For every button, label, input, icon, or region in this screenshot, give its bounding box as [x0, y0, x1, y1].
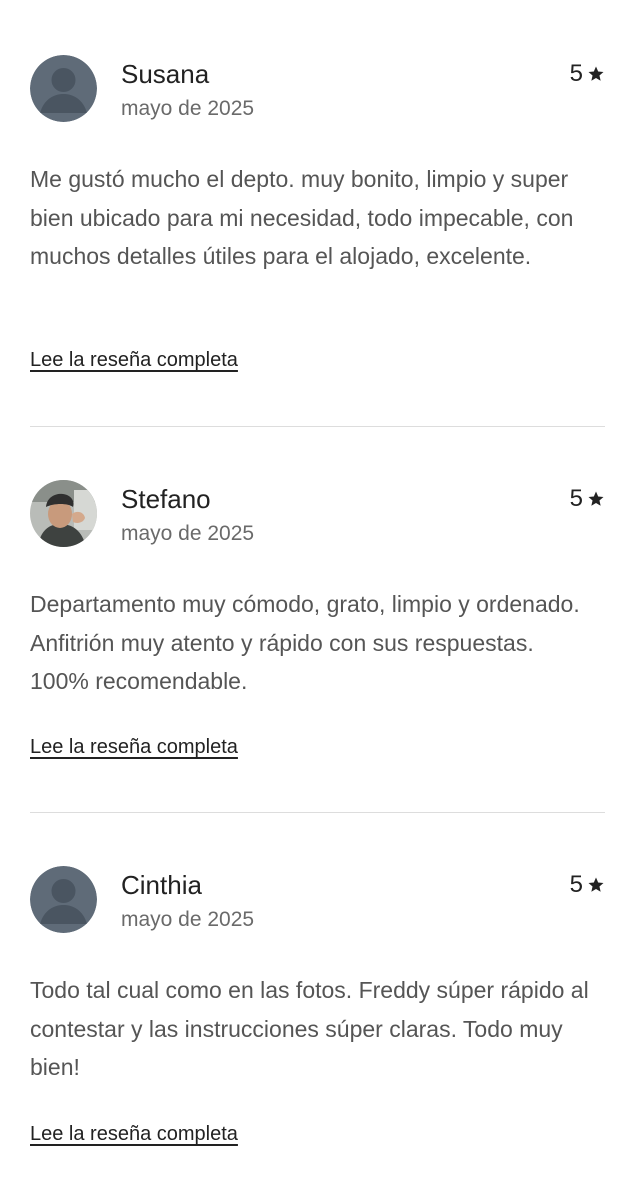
review-rating: 5: [570, 483, 605, 515]
read-full-review-link[interactable]: Lee la reseña completa: [30, 734, 238, 760]
review-rating: 5: [570, 58, 605, 90]
review-date: mayo de 2025: [121, 97, 255, 120]
default-avatar-icon: [30, 55, 97, 122]
reviewer-avatar[interactable]: [30, 480, 97, 547]
review-rating: 5: [570, 869, 605, 901]
review-date: mayo de 2025: [121, 522, 255, 545]
reviewer-name: Cinthia: [121, 870, 202, 900]
read-full-review-link[interactable]: Lee la reseña completa: [30, 347, 238, 373]
reviewer-avatar[interactable]: [30, 866, 97, 933]
star-icon: [587, 65, 605, 83]
rating-value: 5: [569, 60, 583, 87]
review-card: Cinthia mayo de 2025 5 Todo tal cual com…: [0, 811, 633, 1197]
reviewer-name: Susana: [121, 59, 210, 89]
review-card: Stefano mayo de 2025 5 Departamento muy …: [0, 425, 633, 813]
review-card: Susana mayo de 2025 5 Me gustó mucho el …: [0, 0, 633, 427]
rating-value: 5: [569, 871, 583, 898]
review-date: mayo de 2025: [121, 908, 255, 931]
review-text: Todo tal cual como en las fotos. Freddy …: [30, 977, 589, 1080]
profile-photo-icon: [30, 480, 97, 547]
rating-value: 5: [569, 485, 583, 512]
review-text: Departamento muy cómodo, grato, limpio y…: [30, 591, 580, 694]
reviewer-name: Stefano: [121, 484, 211, 514]
star-icon: [587, 876, 605, 894]
default-avatar-icon: [30, 866, 97, 933]
review-text: Me gustó mucho el depto. muy bonito, lim…: [30, 166, 574, 269]
star-icon: [587, 490, 605, 508]
read-full-review-link[interactable]: Lee la reseña completa: [30, 1121, 238, 1147]
reviewer-avatar[interactable]: [30, 55, 97, 122]
